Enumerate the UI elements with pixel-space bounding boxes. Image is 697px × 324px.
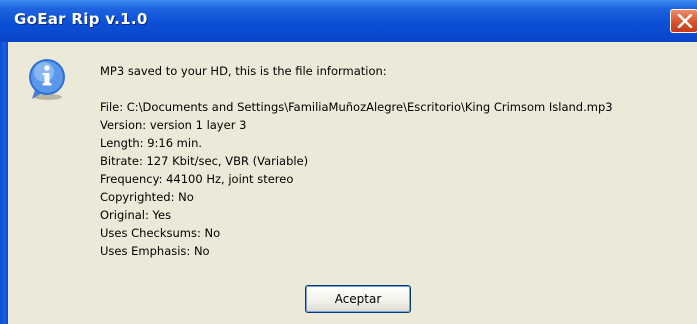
message-header: MP3 saved to your HD, this is the file i… [100,64,387,78]
emphasis-line: Uses Emphasis: No [100,244,210,258]
bitrate-line: Bitrate: 127 Kbit/sec, VBR (Variable) [100,154,309,168]
window-frame-left [0,42,8,324]
title-bar[interactable]: GoEar Rip v.1.0 [0,0,697,42]
checksums-line: Uses Checksums: No [100,226,221,240]
file-info-list: File: C:\Documents and Settings\FamiliaM… [100,98,613,260]
length-line: Length: 9:16 min. [100,136,203,150]
message-dialog: GoEar Rip v.1.0 MP3 saved to your HD, th… [0,0,697,324]
close-button[interactable] [670,9,697,33]
information-icon [29,59,65,100]
accept-button[interactable]: Aceptar [305,285,411,313]
file-path-line: File: C:\Documents and Settings\FamiliaM… [100,100,613,114]
frequency-line: Frequency: 44100 Hz, joint stereo [100,172,294,186]
close-icon [677,14,693,28]
copyrighted-line: Copyrighted: No [100,190,194,204]
original-line: Original: Yes [100,208,172,222]
window-title: GoEar Rip v.1.0 [14,10,148,28]
version-line: Version: version 1 layer 3 [100,118,247,132]
